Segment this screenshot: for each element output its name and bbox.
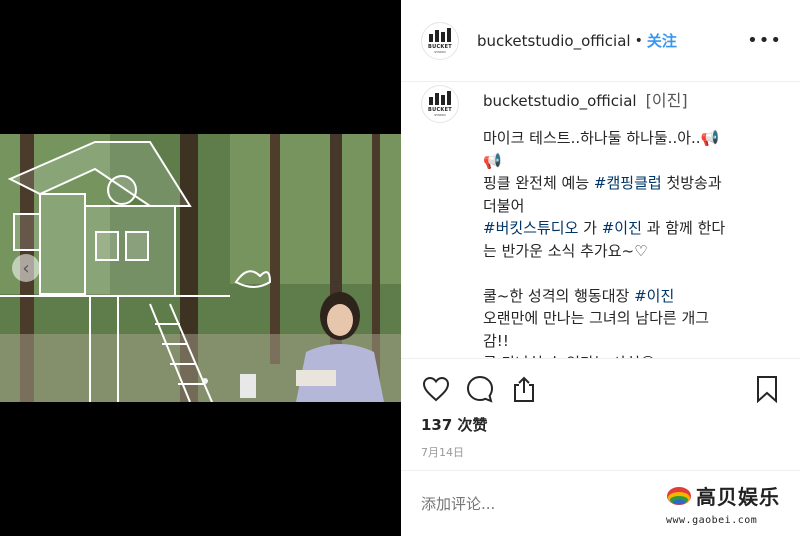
caption-line: 📢	[483, 150, 788, 173]
caption-line-text: 첫방송과	[661, 174, 722, 192]
comment-bar: 高贝娱乐 www.gaobei.com	[401, 470, 800, 536]
caption-line-text: 📢	[483, 151, 502, 170]
bucket-logo-icon	[429, 27, 451, 42]
media-pane: ‹	[0, 0, 401, 536]
caption-line-text: 오랜만에 만나는 그녀의 남다른 개그	[483, 309, 710, 327]
caption-line-text: 더불어	[483, 196, 525, 215]
hashtag-link[interactable]: #이진	[602, 219, 642, 237]
caption-line-text: 쿨~한 성격의 행동대장	[483, 286, 635, 305]
watermark-title: 高贝娱乐	[696, 485, 780, 509]
caption-line: 는 반가운 소식 추가요~♡	[483, 240, 788, 263]
caption-line-text: 는 반가운 소식 추가요~♡	[483, 241, 648, 260]
caption-line-text: 감!!	[483, 331, 509, 350]
carousel-indicator	[202, 378, 208, 384]
logo-subtext: STUDIO	[434, 49, 446, 54]
caption-line: 마이크 테스트..하나둘 하나둘..아..📢	[483, 127, 788, 150]
caption-header: BUCKET STUDIO bucketstudio_official [이진]	[421, 82, 788, 123]
watermark: 高贝娱乐 www.gaobei.com	[666, 479, 786, 529]
caption-line-text	[483, 264, 488, 282]
header-username[interactable]: bucketstudio_official	[477, 32, 631, 50]
photo-illustration	[0, 134, 401, 402]
caption-username[interactable]: bucketstudio_official	[483, 92, 637, 110]
comment-icon	[466, 375, 494, 403]
hashtag-link[interactable]: #이진	[634, 287, 674, 305]
follow-button[interactable]: 关注	[647, 30, 677, 51]
caption-name-tag: [이진]	[645, 91, 688, 110]
caption-line	[483, 262, 788, 285]
comment-button[interactable]	[465, 374, 495, 404]
caption-text: 마이크 테스트..하나둘 하나둘..아..📢 📢 핑클 완전체 예능 #캠핑클럽 첫…	[483, 127, 788, 358]
caption-line-text: 핑클 완전체 예능	[483, 174, 594, 192]
post-photo[interactable]: ‹	[0, 134, 401, 402]
caption: BUCKET STUDIO bucketstudio_official [이진]…	[401, 82, 800, 358]
hashtag-link[interactable]: #버킷스튜디오	[483, 219, 578, 237]
save-button[interactable]	[752, 374, 782, 404]
post-date: 7月14日	[421, 446, 464, 459]
heart-icon	[422, 376, 450, 401]
likes-count[interactable]: 137 次赞	[421, 414, 488, 435]
more-options-icon[interactable]: •••	[747, 30, 782, 51]
hashtag-link[interactable]: #캠핑클럽	[594, 174, 662, 192]
caption-line: 쿨~한 성격의 행동대장 #이진	[483, 285, 788, 308]
action-bar	[401, 358, 800, 418]
bucket-logo-icon	[429, 91, 451, 105]
watermark-logo-icon	[667, 487, 691, 505]
caption-user-line: bucketstudio_official [이진]	[483, 87, 688, 111]
caption-line-text: 과 함께 한다	[641, 219, 726, 237]
avatar[interactable]: BUCKET STUDIO	[421, 21, 459, 60]
like-button[interactable]	[421, 374, 451, 404]
header-separator: •	[634, 32, 643, 49]
caption-line-text: 가	[578, 219, 602, 237]
post-side-panel: BUCKET STUDIO bucketstudio_official • 关注…	[401, 0, 800, 536]
caption-line: #버킷스튜디오 가 #이진 과 함께 한다	[483, 217, 788, 240]
caption-line: 핑클 완전체 예능 #캠핑클럽 첫방송과	[483, 172, 788, 195]
bookmark-icon	[757, 375, 777, 403]
caption-avatar[interactable]: BUCKET STUDIO	[421, 85, 459, 123]
caption-line: 감!!	[483, 330, 788, 353]
caption-line-text: 마이크 테스트..하나둘 하나둘..아..📢	[483, 129, 720, 147]
comment-input[interactable]	[421, 494, 661, 513]
chevron-left-icon: ‹	[22, 257, 30, 279]
post-header: BUCKET STUDIO bucketstudio_official • 关注…	[401, 0, 800, 82]
caption-line: 오랜만에 만나는 그녀의 남다른 개그	[483, 307, 788, 330]
caption-line: 더불어	[483, 195, 788, 218]
prev-image-button[interactable]: ‹	[12, 254, 40, 282]
share-button[interactable]	[509, 374, 539, 404]
watermark-url: www.gaobei.com	[666, 515, 758, 526]
share-icon	[514, 376, 534, 402]
logo-subtext: STUDIO	[434, 113, 446, 117]
